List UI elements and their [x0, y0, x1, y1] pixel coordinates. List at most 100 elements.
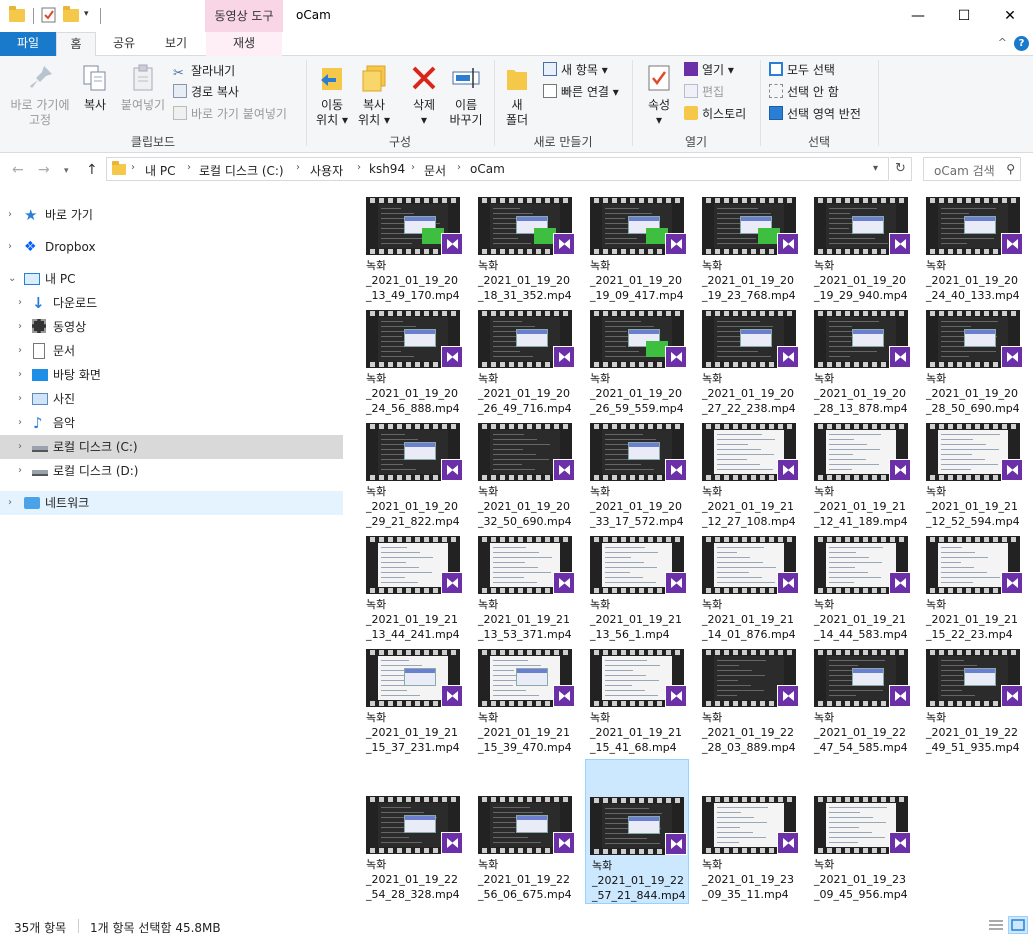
new-folder-quick-icon[interactable]	[63, 6, 79, 23]
chevron-right-icon[interactable]: ›	[8, 235, 12, 259]
nav-videos[interactable]: › 동영상	[0, 315, 343, 339]
video-file-item[interactable]: 녹화 _2021_01_19_21 _13_44_241.mp4	[345, 530, 463, 646]
video-file-item[interactable]: 녹화 _2021_01_19_22 _56_06_675.mp4	[457, 790, 575, 906]
breadcrumb-disk-c[interactable]: 로컬 디스크 (C:)	[199, 162, 284, 179]
video-file-item[interactable]: 녹화 _2021_01_19_20 _26_59_559.mp4	[569, 304, 687, 420]
address-dropdown-icon[interactable]: ▾	[873, 163, 878, 174]
paste-button[interactable]: 붙여넣기	[116, 62, 170, 113]
chevron-right-icon[interactable]: ›	[8, 203, 12, 227]
large-icons-view-icon[interactable]	[1008, 916, 1028, 934]
breadcrumb-users[interactable]: 사용자	[310, 162, 343, 179]
video-file-item[interactable]: 녹화 _2021_01_19_20 _24_56_888.mp4	[345, 304, 463, 420]
invert-selection-button[interactable]: 선택 영역 반전	[769, 105, 861, 123]
pin-quick-access-button[interactable]: 바로 가기에 고정	[4, 62, 76, 128]
video-file-item[interactable]: 녹화 _2021_01_19_22 _49_51_935.mp4	[905, 643, 1023, 759]
chevron-right-icon[interactable]: ›	[8, 491, 12, 515]
video-file-item[interactable]: 녹화 _2021_01_19_22 _47_54_585.mp4	[793, 643, 911, 759]
copy-to-button[interactable]: 복사 위치 ▾	[354, 62, 394, 128]
collapse-ribbon-icon[interactable]: ^	[998, 36, 1007, 49]
video-file-item[interactable]: 녹화 _2021_01_19_21 _14_44_583.mp4	[793, 530, 911, 646]
chevron-right-icon[interactable]: ›	[18, 387, 22, 411]
video-file-item[interactable]: 녹화 _2021_01_19_23 _09_35_11.mp4	[681, 790, 799, 906]
nav-documents[interactable]: › 문서	[0, 339, 343, 363]
video-file-item[interactable]: 녹화 _2021_01_19_22 _57_21_844.mp4	[585, 759, 689, 904]
nav-desktop[interactable]: › 바탕 화면	[0, 363, 343, 387]
minimize-button[interactable]: —	[895, 0, 941, 32]
new-folder-button[interactable]: 새 폴더	[498, 62, 536, 128]
edit-button[interactable]: 편집	[684, 83, 724, 101]
nav-disk-d[interactable]: › 로컬 디스크 (D:)	[0, 459, 343, 483]
back-arrow-icon[interactable]: ←	[12, 162, 24, 178]
video-file-item[interactable]: 녹화 _2021_01_19_21 _15_41_68.mp4	[569, 643, 687, 759]
chevron-right-icon[interactable]: ›	[18, 363, 22, 387]
video-file-item[interactable]: 녹화 _2021_01_19_20 _28_13_878.mp4	[793, 304, 911, 420]
video-file-item[interactable]: 녹화 _2021_01_19_20 _32_50_690.mp4	[457, 417, 575, 533]
tab-view[interactable]: 보기	[156, 32, 196, 56]
tab-play[interactable]: 재생	[206, 32, 282, 56]
copy-button[interactable]: 복사	[78, 62, 112, 113]
nav-disk-c[interactable]: › 로컬 디스크 (C:)	[0, 435, 343, 459]
select-none-button[interactable]: 선택 안 함	[769, 83, 839, 101]
move-to-button[interactable]: 이동 위치 ▾	[312, 62, 352, 128]
nav-this-pc[interactable]: ⌄ 내 PC	[0, 267, 343, 291]
video-file-item[interactable]: 녹화 _2021_01_19_20 _13_49_170.mp4	[345, 191, 463, 307]
help-icon[interactable]: ?	[1014, 36, 1029, 51]
video-file-item[interactable]: 녹화 _2021_01_19_21 _12_52_594.mp4	[905, 417, 1023, 533]
nav-dropbox[interactable]: › ❖ Dropbox	[0, 235, 343, 259]
tab-share[interactable]: 공유	[104, 32, 144, 56]
video-file-item[interactable]: 녹화 _2021_01_19_21 _12_41_189.mp4	[793, 417, 911, 533]
copy-path-button[interactable]: 경로 복사	[173, 83, 239, 101]
video-file-item[interactable]: 녹화 _2021_01_19_20 _28_50_690.mp4	[905, 304, 1023, 420]
delete-button[interactable]: 삭제 ▾	[404, 62, 444, 128]
select-all-button[interactable]: 모두 선택	[769, 61, 835, 79]
video-file-item[interactable]: 녹화 _2021_01_19_21 _15_37_231.mp4	[345, 643, 463, 759]
up-arrow-icon[interactable]: ↑	[86, 162, 98, 178]
open-button[interactable]: 열기 ▾	[684, 61, 734, 79]
close-button[interactable]: ✕	[987, 0, 1033, 32]
chevron-right-icon[interactable]: ›	[18, 459, 22, 483]
breadcrumb-user[interactable]: ksh94	[369, 162, 405, 176]
new-item-button[interactable]: 새 항목 ▾	[543, 61, 608, 79]
breadcrumb-documents[interactable]: 문서	[424, 162, 446, 179]
video-file-item[interactable]: 녹화 _2021_01_19_20 _27_22_238.mp4	[681, 304, 799, 420]
customize-quick-access-icon[interactable]: ▾	[84, 9, 100, 25]
easy-access-button[interactable]: 빠른 연결 ▾	[543, 83, 619, 101]
video-file-item[interactable]: 녹화 _2021_01_19_23 _09_45_956.mp4	[793, 790, 911, 906]
chevron-right-icon[interactable]: ›	[18, 435, 22, 459]
nav-downloads[interactable]: › ↓ 다운로드	[0, 291, 343, 315]
address-bar[interactable]: › 내 PC › 로컬 디스크 (C:) › 사용자 › ksh94 › 문서 …	[106, 157, 889, 181]
breadcrumb-ocam[interactable]: oCam	[470, 162, 505, 176]
properties-button[interactable]: 속성 ▾	[640, 62, 678, 128]
history-button[interactable]: 히스토리	[684, 105, 746, 123]
video-file-item[interactable]: 녹화 _2021_01_19_20 _26_49_716.mp4	[457, 304, 575, 420]
video-file-item[interactable]: 녹화 _2021_01_19_20 _24_40_133.mp4	[905, 191, 1023, 307]
rename-button[interactable]: 이름 바꾸기	[446, 62, 486, 128]
tab-home[interactable]: 홈	[56, 32, 96, 57]
cut-button[interactable]: ✂ 잘라내기	[173, 62, 235, 81]
breadcrumb-this-pc[interactable]: 내 PC	[145, 162, 175, 179]
video-file-item[interactable]: 녹화 _2021_01_19_21 _15_22_23.mp4	[905, 530, 1023, 646]
tab-file[interactable]: 파일	[0, 32, 56, 56]
details-view-icon[interactable]	[986, 916, 1006, 934]
video-file-item[interactable]: 녹화 _2021_01_19_22 _54_28_328.mp4	[345, 790, 463, 906]
properties-quick-icon[interactable]	[41, 7, 57, 23]
chevron-right-icon[interactable]: ›	[18, 339, 22, 363]
search-input[interactable]: oCam 검색 ⚲	[923, 157, 1021, 181]
chevron-right-icon[interactable]: ›	[18, 291, 22, 315]
video-file-item[interactable]: 녹화 _2021_01_19_20 _29_21_822.mp4	[345, 417, 463, 533]
recent-locations-icon[interactable]: ▾	[64, 166, 69, 176]
video-file-item[interactable]: 녹화 _2021_01_19_21 _15_39_470.mp4	[457, 643, 575, 759]
video-file-item[interactable]: 녹화 _2021_01_19_21 _13_53_371.mp4	[457, 530, 575, 646]
nav-music[interactable]: › ♪ 음악	[0, 411, 343, 435]
nav-quick-access[interactable]: › ★ 바로 가기	[0, 203, 343, 227]
video-file-item[interactable]: 녹화 _2021_01_19_21 _14_01_876.mp4	[681, 530, 799, 646]
maximize-button[interactable]: ☐	[941, 0, 987, 32]
video-file-item[interactable]: 녹화 _2021_01_19_20 _19_23_768.mp4	[681, 191, 799, 307]
chevron-down-icon[interactable]: ⌄	[8, 267, 16, 291]
nav-network[interactable]: › 네트워크	[0, 491, 343, 515]
nav-pictures[interactable]: › 사진	[0, 387, 343, 411]
chevron-right-icon[interactable]: ›	[18, 411, 22, 435]
chevron-right-icon[interactable]: ›	[18, 315, 22, 339]
video-file-item[interactable]: 녹화 _2021_01_19_21 _13_56_1.mp4	[569, 530, 687, 646]
refresh-icon[interactable]: ↻	[890, 157, 912, 181]
